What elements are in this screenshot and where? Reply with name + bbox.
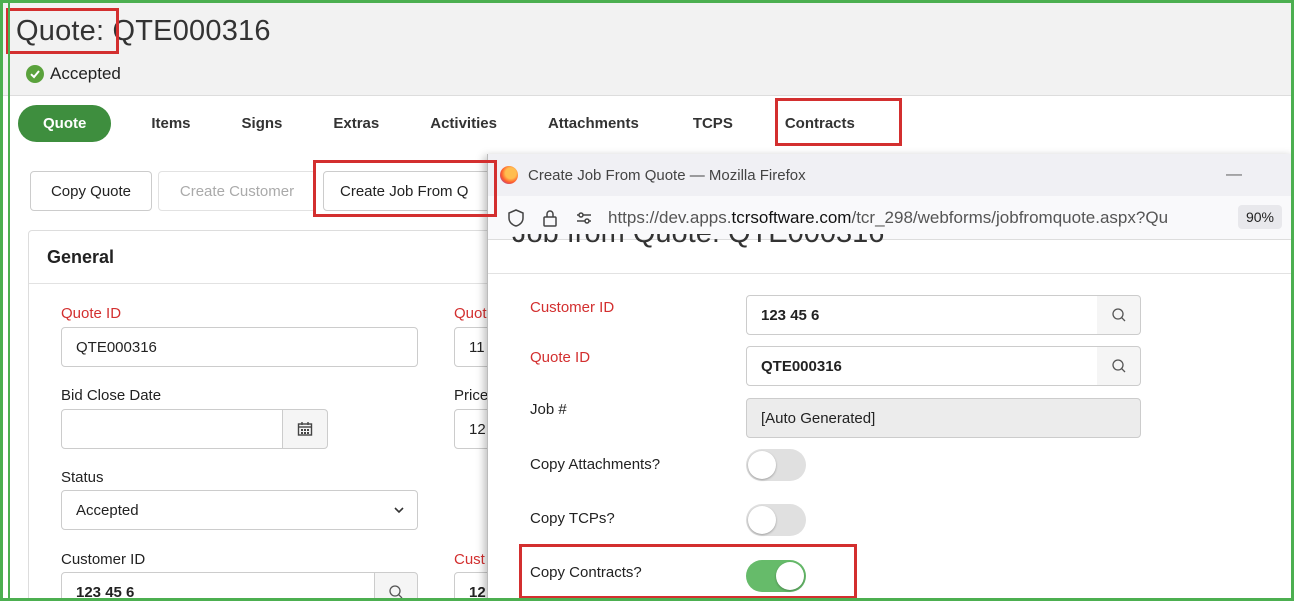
cust-col2-label: Cust [454,551,485,568]
tab-signs[interactable]: Signs [242,105,283,142]
calendar-icon[interactable] [282,409,328,449]
search-icon[interactable] [374,572,418,601]
quote-col2-label: Quot [454,305,487,322]
contracts-tab-highlight-box [775,98,902,146]
title-highlight-box [6,8,119,54]
price-label: Price [454,387,489,404]
status-indicator: Accepted [26,64,121,84]
customer-search-icon[interactable] [1097,295,1141,335]
tab-quote[interactable]: Quote [18,104,112,142]
copy-attachments-toggle[interactable] [746,449,806,481]
quote-search-icon[interactable] [1097,346,1141,386]
left-frame-line [8,0,10,601]
copy-attachments-label: Copy Attachments? [530,456,661,473]
copy-quote-button[interactable]: Copy Quote [30,171,152,211]
url-text[interactable]: https://dev.apps.tcrsoftware.com/tcr_298… [608,208,1168,228]
firefox-icon [500,166,518,184]
customer-id-label: Customer ID [61,551,146,568]
minimize-button[interactable]: — [1226,166,1242,184]
tab-bar: Quote Items Signs Extras Activities Atta… [18,103,855,143]
toggle-knob [748,451,776,479]
create-customer-button[interactable]: Create Customer [158,171,316,211]
tab-activities[interactable]: Activities [430,105,497,142]
quote-id-input[interactable]: QTE000316 [61,327,418,367]
quote-id-label: Quote ID [61,305,122,322]
popup-titlebar: Create Job From Quote — Mozilla Firefox … [488,154,1294,196]
copy-tcps-toggle[interactable] [746,504,806,536]
copy-contracts-highlight-box [519,544,857,599]
permissions-icon[interactable] [574,208,594,228]
status-select[interactable]: Accepted [61,490,418,530]
popup-customer-id-label: Customer ID [530,299,615,316]
status-label: Status [61,469,104,486]
popup-job-number-input: [Auto Generated] [746,398,1141,438]
zoom-level-badge[interactable]: 90% [1237,205,1282,229]
popup-customer-id-input[interactable]: 123 45 6 [746,295,1098,335]
customer-id-input[interactable]: 123 45 6 [61,572,375,601]
lock-icon[interactable] [540,208,560,228]
status-text: Accepted [50,64,121,83]
tab-attachments[interactable]: Attachments [548,105,639,142]
general-heading: General [29,231,497,284]
toggle-knob [748,506,776,534]
popup-job-number-label: Job # [530,401,567,418]
popup-quote-id-input[interactable]: QTE000316 [746,346,1098,386]
page-header: Quote: QTE000316 Accepted [3,3,1291,96]
create-job-highlight-box [313,160,497,217]
check-circle-icon [26,65,44,83]
general-panel: General Quote ID QTE000316 Quot 11 Bid C… [28,230,514,601]
tab-extras[interactable]: Extras [333,105,379,142]
popup-window-title: Create Job From Quote — Mozilla Firefox [528,166,806,184]
copy-tcps-label: Copy TCPs? [530,510,615,527]
popup-heading: Job from Quote: QTE000316 [512,234,1212,266]
bid-close-date-label: Bid Close Date [61,387,162,404]
popup-heading-divider [488,273,1294,274]
tab-tcps[interactable]: TCPS [693,105,733,142]
shield-icon[interactable] [506,208,526,228]
popup-quote-id-label: Quote ID [530,349,591,366]
status-select-value: Accepted [76,501,139,519]
chevron-down-icon [393,504,405,516]
tab-items[interactable]: Items [151,105,190,142]
create-job-popup-window: Create Job From Quote — Mozilla Firefox … [487,154,1294,601]
bid-close-date-input[interactable] [61,409,283,449]
